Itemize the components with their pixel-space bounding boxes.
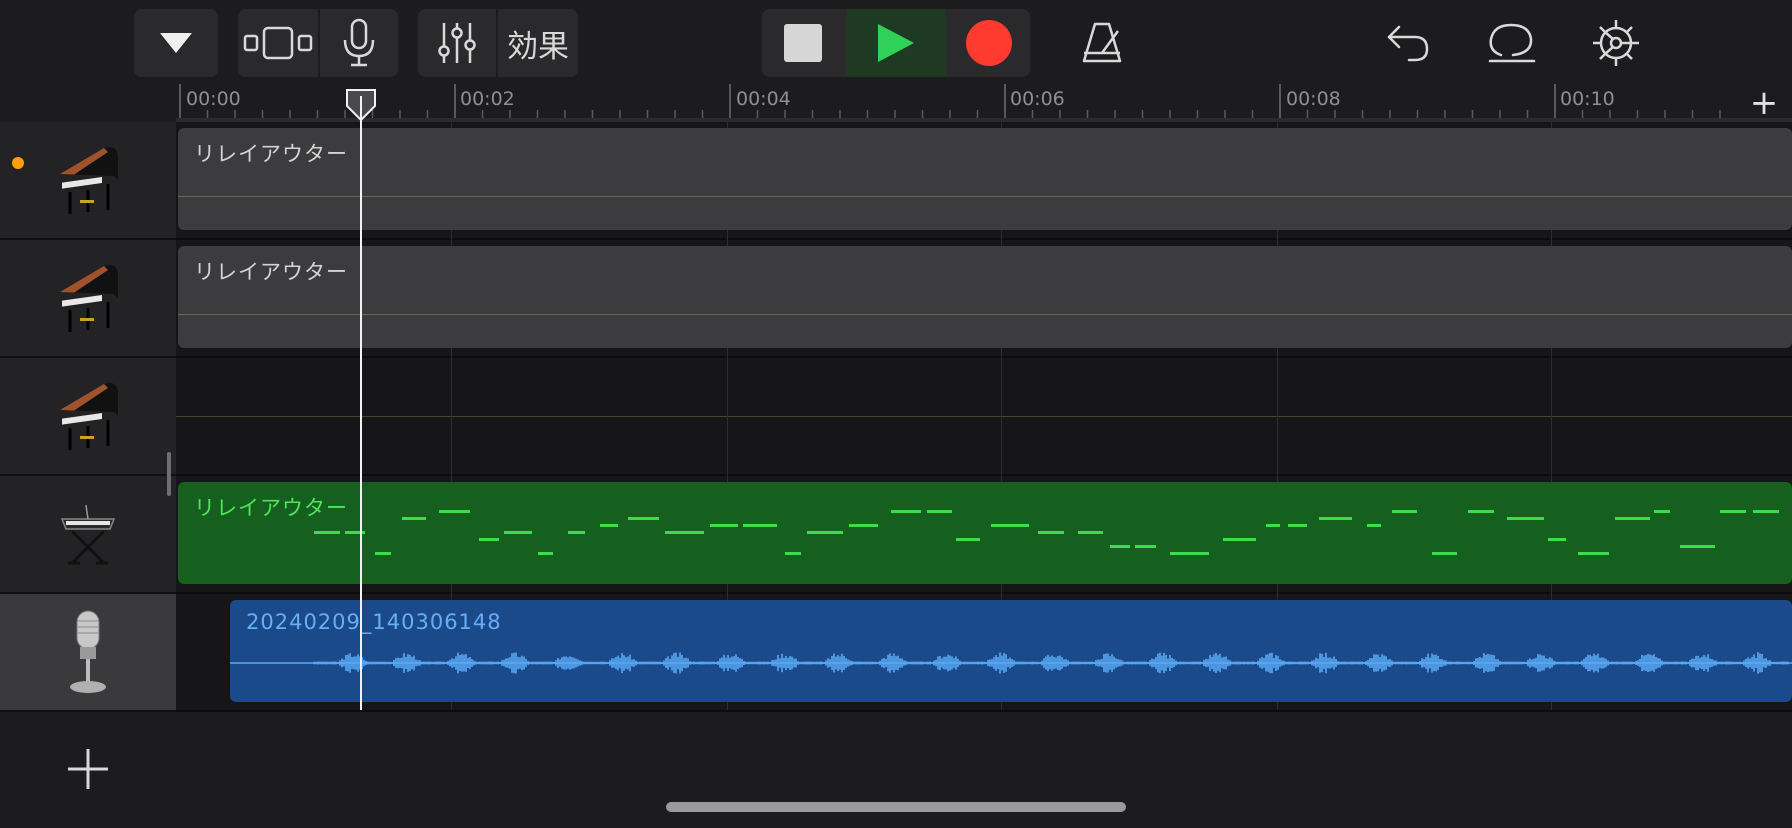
toolbar: 効果: [0, 0, 1792, 84]
home-indicator: [666, 802, 1126, 812]
ruler-tick-label: 00:10: [1560, 88, 1615, 110]
midi-region-track-2[interactable]: リレイアウター: [178, 246, 1792, 348]
play-button[interactable]: [846, 9, 946, 77]
add-section-button[interactable]: +: [1736, 84, 1792, 122]
mixer-fx-group: 効果: [418, 9, 578, 77]
ruler-tick-label: 00:00: [186, 88, 241, 110]
transport-group: [762, 9, 1030, 77]
play-icon: [878, 24, 914, 62]
lane-center-line: [176, 416, 1792, 417]
undo-button[interactable]: [1380, 9, 1436, 77]
view-toggle-button[interactable]: [238, 9, 318, 77]
stop-icon: [784, 24, 822, 62]
track-header-4[interactable]: [0, 476, 176, 594]
track-lane-3[interactable]: [176, 358, 1792, 476]
track-lanes[interactable]: リレイアウター リレイアウター リレイアウター 20240209_1403061…: [176, 122, 1792, 828]
loop-browser-icon: [1488, 23, 1536, 63]
track-header-5[interactable]: [0, 594, 176, 712]
settings-button[interactable]: [1588, 9, 1644, 77]
region-label: リレイアウター: [194, 496, 348, 520]
microphone-icon: [343, 18, 375, 67]
grand-piano-icon: [60, 265, 118, 332]
triangle-down-icon: [160, 33, 192, 53]
track-header-3[interactable]: [0, 358, 176, 476]
ruler-tick-label: 00:04: [736, 88, 791, 110]
mixer-button[interactable]: [418, 9, 496, 77]
record-button[interactable]: [948, 9, 1030, 77]
keyboard-stand-icon: [60, 504, 116, 565]
vertical-scroll-indicator[interactable]: [167, 452, 171, 496]
metronome-icon: [1082, 22, 1122, 63]
region-label: リレイアウター: [194, 142, 348, 166]
region-center-line: [178, 314, 1792, 315]
track-header-1[interactable]: [0, 122, 176, 240]
timeline-ruler[interactable]: 00:00 00:02 00:04 00:06 00:08 00:10 +: [176, 84, 1792, 122]
region-center-line: [178, 196, 1792, 197]
sliders-icon: [438, 23, 476, 63]
region-label: リレイアウター: [194, 260, 348, 284]
ruler-ticks: [179, 84, 1721, 120]
view-mic-group: [238, 9, 398, 77]
track-header-2[interactable]: [0, 240, 176, 358]
midi-region-track-1[interactable]: リレイアウター: [178, 128, 1792, 230]
ruler-tick-label: 00:08: [1286, 88, 1341, 110]
grand-piano-icon: [60, 383, 118, 450]
armed-indicator: [12, 157, 24, 169]
grand-piano-icon: [60, 147, 118, 214]
microphone-button[interactable]: [320, 9, 398, 77]
loop-browser-button[interactable]: [1484, 9, 1540, 77]
garageband-window: 効果 00:00 00:02 00:04 00:06 00:08 00:10 +…: [0, 0, 1792, 828]
effects-button[interactable]: 効果: [498, 9, 578, 77]
tracks-menu-group: [134, 9, 218, 77]
tracks-menu-button[interactable]: [134, 9, 218, 77]
add-track-button[interactable]: [0, 710, 176, 828]
playhead[interactable]: [360, 96, 362, 710]
ruler-tick-label: 00:06: [1010, 88, 1065, 110]
microphone-stand-icon: [70, 610, 106, 693]
record-icon: [966, 20, 1012, 66]
plus-icon: [68, 749, 108, 789]
gear-icon: [1593, 20, 1639, 66]
effects-label: 効果: [507, 28, 569, 65]
undo-icon: [1387, 25, 1429, 62]
track-view-toggle-icon: [243, 26, 313, 60]
audio-region-track-5[interactable]: 20240209_140306148: [230, 600, 1792, 702]
midi-notes: [314, 510, 1779, 555]
metronome-button[interactable]: [1074, 9, 1130, 77]
stop-button[interactable]: [762, 9, 844, 77]
midi-region-track-4[interactable]: リレイアウター: [178, 482, 1792, 584]
ruler-tick-label: 00:02: [460, 88, 515, 110]
track-headers: [0, 122, 176, 828]
region-label: 20240209_140306148: [246, 610, 502, 634]
